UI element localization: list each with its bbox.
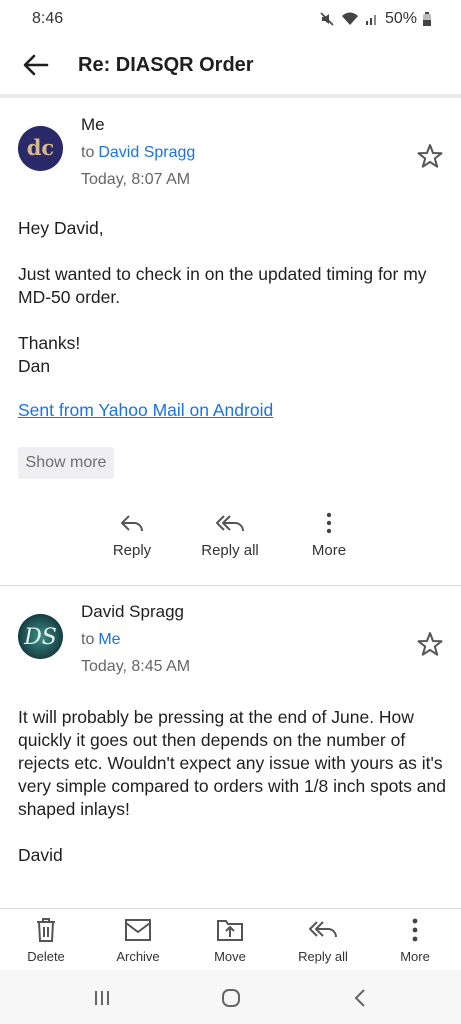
- show-more-button[interactable]: Show more: [18, 447, 114, 479]
- header-divider: [0, 94, 461, 98]
- message-time: Today, 8:07 AM: [81, 171, 191, 188]
- reply-all-toolbar-button[interactable]: Reply all: [277, 917, 369, 964]
- reply-icon: [121, 515, 143, 532]
- avatar-initials: DS: [23, 625, 57, 650]
- mute-icon: [320, 12, 334, 26]
- recent-apps-button[interactable]: [82, 984, 122, 1012]
- home-button[interactable]: [211, 984, 251, 1012]
- move-label: Move: [214, 949, 246, 964]
- recipient-line[interactable]: to David Spragg: [81, 144, 195, 162]
- message-actions: Reply Reply all More: [0, 512, 461, 572]
- move-button[interactable]: Move: [184, 917, 276, 964]
- reply-button[interactable]: Reply: [87, 512, 177, 559]
- more-vertical-icon: [412, 918, 418, 942]
- to-prefix: to: [81, 631, 95, 648]
- app-bar: Re: DIASQR Order: [0, 38, 461, 92]
- delete-button[interactable]: Delete: [0, 917, 92, 964]
- more-button[interactable]: More: [284, 512, 374, 559]
- star-icon[interactable]: [416, 630, 444, 658]
- signal-icon: [365, 15, 376, 25]
- recipient-name: David Spragg: [98, 144, 196, 161]
- avatar[interactable]: dc: [18, 126, 63, 171]
- battery-percent: 50%: [384, 10, 417, 27]
- chevron-left-icon: [354, 989, 365, 1007]
- recipient-line[interactable]: to Me: [81, 631, 121, 649]
- system-back-button[interactable]: [340, 984, 380, 1012]
- status-bar: 8:46 50%: [0, 0, 461, 38]
- star-icon[interactable]: [416, 142, 444, 170]
- to-prefix: to: [81, 144, 95, 161]
- home-icon: [222, 989, 240, 1007]
- message-body: It will probably be pressing at the end …: [18, 707, 446, 865]
- more-toolbar-button[interactable]: More: [369, 917, 461, 964]
- avatar[interactable]: DS: [18, 614, 63, 659]
- trash-icon: [37, 918, 55, 942]
- reply-label: Reply: [112, 542, 152, 559]
- reply-all-label: Reply all: [298, 949, 348, 964]
- recipient-name: Me: [98, 631, 121, 648]
- avatar-initials: dc: [27, 135, 54, 160]
- reply-all-icon: [216, 515, 244, 532]
- status-icons: 50%: [319, 10, 431, 28]
- back-button[interactable]: [16, 45, 56, 85]
- recent-apps-icon: [95, 991, 109, 1005]
- sender-name: David Spragg: [81, 602, 185, 621]
- back-arrow-icon: [23, 54, 49, 76]
- message-time: Today, 8:45 AM: [81, 658, 191, 675]
- move-folder-icon: [217, 920, 243, 941]
- more-label: More: [400, 949, 430, 964]
- reply-all-label: Reply all: [201, 542, 259, 559]
- wifi-icon: [341, 12, 358, 25]
- archive-button[interactable]: Archive: [92, 917, 184, 964]
- sender-name: Me: [81, 115, 105, 134]
- more-vertical-icon: [326, 512, 332, 534]
- reply-all-icon: [309, 921, 337, 938]
- message-divider: [0, 585, 461, 586]
- archive-label: Archive: [116, 949, 160, 964]
- bottom-toolbar: Delete Archive Move Reply all More: [0, 908, 461, 970]
- archive-icon: [125, 919, 151, 941]
- battery-icon: [423, 12, 431, 26]
- signature-link[interactable]: Sent from Yahoo Mail on Android: [18, 400, 273, 421]
- more-label: More: [311, 542, 347, 559]
- system-nav-bar: [0, 970, 461, 1024]
- status-time: 8:46: [32, 10, 64, 27]
- email-subject: Re: DIASQR Order: [78, 53, 254, 76]
- delete-label: Delete: [27, 949, 65, 964]
- reply-all-button[interactable]: Reply all: [185, 512, 275, 559]
- message-body: Hey David, Just wanted to check in on th…: [18, 218, 427, 376]
